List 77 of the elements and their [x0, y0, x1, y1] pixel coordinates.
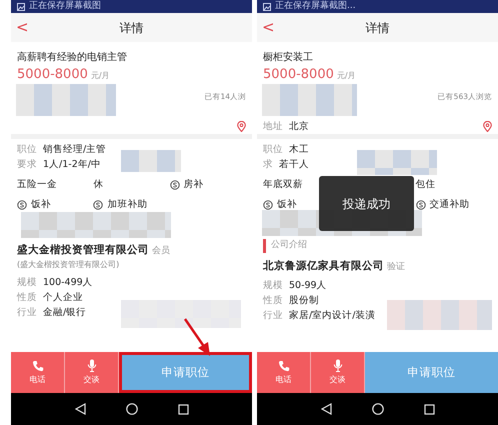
field-label: 性质 [263, 294, 283, 308]
field-label: 行业 [17, 306, 37, 320]
home-nav-icon [126, 403, 138, 415]
field-label: 行业 [263, 309, 283, 324]
field-value: 家居/室内设计/装潢 [289, 309, 376, 324]
field-label: 规模 [17, 276, 37, 290]
field-label: 职位 [263, 142, 283, 157]
salary: 5000-8000 [263, 67, 334, 82]
dollar-circle-icon [170, 180, 180, 190]
success-toast: 投递成功 [319, 176, 414, 231]
status-text: 正在保存屏幕截图 [29, 0, 101, 13]
recents-nav-icon [178, 404, 188, 414]
annotation-arrow [183, 318, 213, 358]
field-label: 要求 [17, 158, 37, 172]
location-pin-icon [237, 120, 246, 132]
field-value: 北京 [289, 120, 309, 134]
company-tag-label: 验证 [387, 262, 405, 272]
apply-button[interactable]: 申请职位 [365, 352, 498, 393]
screenshot-icon [263, 2, 271, 10]
field-label: 规模 [263, 279, 283, 294]
company-name: 北京鲁源亿家具有限公司 [263, 260, 384, 272]
perk-label: 年底双薪 [263, 178, 303, 192]
back-button[interactable]: < [11, 16, 29, 39]
perk-label: 包住 [416, 178, 436, 192]
salary-unit: 元/月 [336, 71, 356, 80]
talk-button[interactable]: 交谈 [311, 352, 365, 393]
salary: 5000-8000 [17, 67, 88, 82]
perk-label: 五险一金 [17, 178, 57, 192]
job-title: 橱柜安装工 [263, 50, 314, 65]
field-value: 100-499人 [43, 276, 93, 290]
microphone-icon [86, 359, 96, 372]
status-text: 正在保存屏幕截图... [275, 0, 356, 13]
field-value: 1人/1-2年/中 [43, 158, 101, 172]
field-value: 若干人 [279, 158, 309, 172]
location-pin-icon [483, 120, 492, 132]
perk-label: 饭补 [31, 198, 51, 212]
field-label: 地址 [263, 120, 283, 134]
dollar-circle-icon [263, 200, 273, 210]
job-title: 高薪聘有经验的电销主管 [17, 50, 128, 65]
company-name: 盛大金楷投资管理有限公司 [17, 244, 149, 256]
dollar-circle-icon [416, 200, 426, 210]
back-nav-icon [320, 403, 332, 415]
field-label: 职位 [17, 142, 37, 157]
home-nav-icon [372, 403, 384, 415]
recents-nav-icon [424, 404, 434, 414]
page-title: 详情 [366, 20, 390, 36]
perk-label: 交通补助 [430, 198, 470, 212]
field-label: 性质 [17, 290, 37, 304]
page-title: 详情 [120, 20, 144, 36]
field-value: 个人企业 [43, 290, 83, 304]
field-value: 股份制 [289, 294, 319, 308]
phone-icon [32, 360, 44, 372]
call-button[interactable]: 电话 [257, 352, 311, 393]
mosaic-blur [121, 150, 181, 172]
perk-label: 饭补 [277, 198, 297, 212]
screenshot-icon [17, 2, 25, 10]
dollar-circle-icon [93, 200, 104, 210]
company-tag-label: 会员 [152, 246, 170, 256]
phone-icon [278, 360, 290, 372]
talk-button[interactable]: 交谈 [65, 352, 119, 393]
perk-label: 加班补助 [107, 198, 148, 212]
back-button[interactable]: < [257, 16, 275, 39]
perk-label: 休 [93, 178, 104, 192]
field-value: 木工 [289, 142, 309, 157]
back-nav-icon [74, 403, 86, 415]
field-value: 金融/银行 [43, 306, 86, 320]
company-subname: (盛大金楷投资管理有限公司) [17, 258, 120, 270]
dollar-circle-icon [17, 200, 27, 210]
field-value: 销售经理/主管 [43, 142, 106, 157]
field-value: 50-99人 [289, 279, 327, 294]
microphone-icon [332, 359, 342, 372]
salary-unit: 元/月 [90, 71, 110, 80]
perk-label: 房补 [184, 178, 204, 192]
field-label: 求 [263, 158, 273, 172]
apply-button[interactable]: 申请职位 [119, 352, 252, 393]
section-title: 公司介绍 [263, 239, 492, 252]
call-button[interactable]: 电话 [11, 352, 65, 393]
